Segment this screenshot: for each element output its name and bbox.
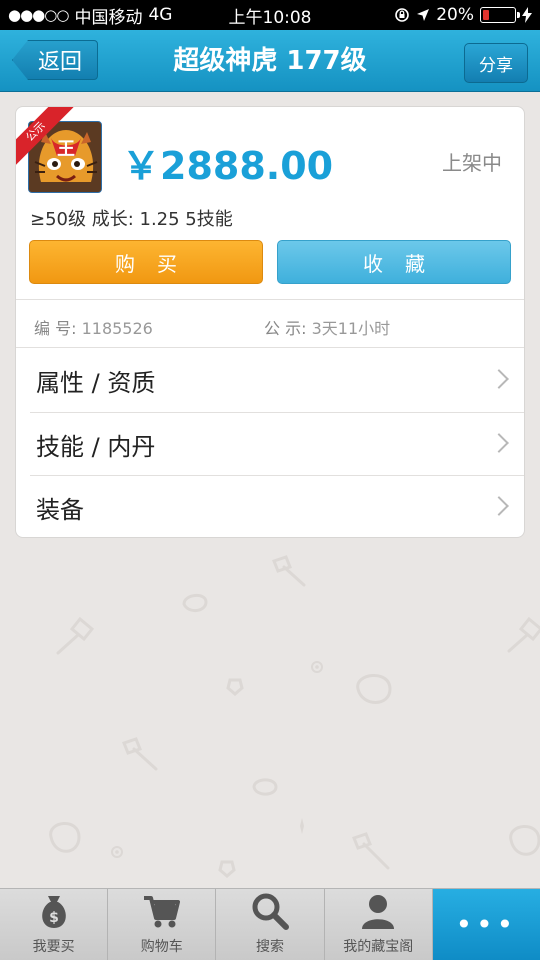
back-button[interactable]: 返回	[12, 40, 98, 80]
hammer-doodle-icon	[507, 616, 540, 653]
notice-period-label: 公 示:	[264, 319, 307, 338]
coin-doodle-icon	[311, 661, 323, 673]
hammer-doodle-icon	[56, 616, 95, 655]
section-skills[interactable]: 技能 / 内丹	[16, 413, 524, 475]
gem-doodle-icon	[226, 678, 244, 696]
item-id: 编 号: 1185526	[34, 315, 153, 339]
hammer-doodle-icon	[272, 555, 306, 587]
listing-status: 上架中	[442, 151, 502, 175]
charging-bolt-icon	[522, 7, 532, 23]
section-label: 属性 / 资质	[36, 368, 156, 397]
notice-period: 公 示: 3天11小时	[264, 315, 390, 339]
gem-doodle-icon	[218, 860, 236, 878]
svg-text:$: $	[49, 910, 59, 926]
hammer-doodle-icon	[352, 832, 390, 870]
item-id-value: 1185526	[81, 319, 153, 338]
svg-text:王: 王	[57, 139, 75, 160]
share-button[interactable]: 分享	[464, 43, 528, 83]
clock: 上午10:08	[228, 7, 312, 28]
signal-strength: ●●●○○	[8, 6, 69, 24]
bean-doodle-icon	[182, 594, 208, 612]
tab-my-treasure[interactable]: 我的藏宝阁	[325, 889, 433, 960]
item-summary: ≥50级 成长: 1.25 5技能	[30, 209, 233, 230]
tab-label: 我要买	[32, 939, 75, 955]
bean-doodle-icon	[356, 674, 392, 704]
carrier-name: 中国移动	[74, 7, 143, 28]
section-label: 技能 / 内丹	[36, 432, 156, 461]
bean-doodle-icon	[509, 825, 540, 856]
more-dots-icon: •••	[455, 908, 518, 941]
battery-percent: 20%	[436, 5, 474, 25]
search-icon	[252, 893, 289, 930]
item-id-label: 编 号:	[34, 319, 77, 338]
user-icon	[362, 895, 395, 929]
location-arrow-icon	[417, 9, 430, 21]
notice-period-value: 3天11小时	[311, 319, 391, 338]
battery-icon	[480, 7, 520, 23]
section-label: 装备	[36, 495, 84, 524]
section-attributes[interactable]: 属性 / 资质	[16, 349, 524, 411]
navigation-bar: 超级神虎 177级 返回 分享	[0, 30, 540, 92]
tab-bar: $ 我要买 购物车 搜索 我的藏宝阁 •••	[0, 888, 540, 960]
bean-doodle-icon	[49, 822, 81, 853]
item-card: 公示 王 ￥2888.00 上架中 ≥50级 成长: 1.25 5技能 购买 收…	[15, 106, 525, 538]
item-price: ￥2888.00	[122, 144, 334, 188]
chevron-right-icon	[489, 433, 509, 453]
tab-buy[interactable]: $ 我要买	[0, 889, 109, 960]
divider	[16, 299, 524, 300]
cart-icon	[143, 896, 180, 928]
tab-search[interactable]: 搜索	[216, 889, 325, 960]
rotation-lock-icon	[395, 8, 410, 22]
bean-doodle-icon	[252, 778, 278, 796]
tab-label: 我的藏宝阁	[343, 939, 414, 955]
tab-label: 购物车	[140, 939, 183, 955]
money-bag-icon: $	[41, 896, 66, 928]
buy-button[interactable]: 购买	[29, 240, 263, 284]
status-bar: ●●●○○ 中国移动 4G 上午10:08 20%	[0, 0, 540, 30]
tab-label: 搜索	[256, 939, 284, 955]
section-equipment[interactable]: 装备	[16, 476, 524, 537]
coin-doodle-icon	[111, 846, 123, 858]
chevron-right-icon	[489, 496, 509, 516]
hammer-doodle-icon	[122, 737, 158, 771]
tab-cart[interactable]: 购物车	[108, 889, 217, 960]
network-type: 4G	[148, 5, 173, 25]
divider	[16, 347, 524, 348]
sparkle-doodle-icon	[300, 818, 304, 834]
favorite-button[interactable]: 收藏	[277, 240, 511, 284]
chevron-right-icon	[489, 369, 509, 389]
more-button[interactable]: •••	[432, 889, 540, 960]
